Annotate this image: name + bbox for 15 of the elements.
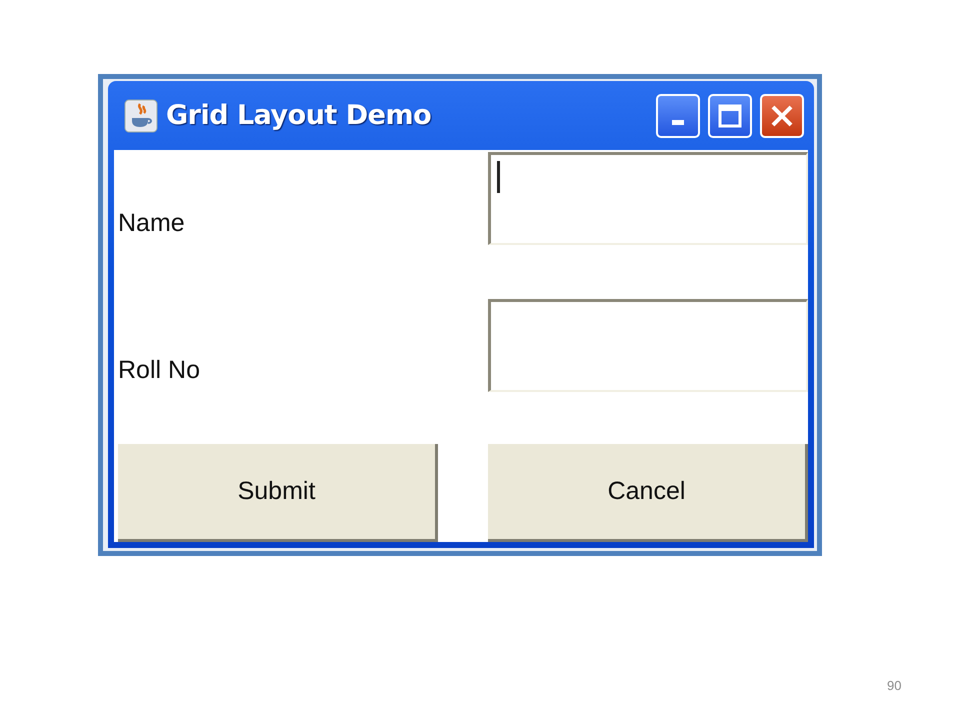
java-cup-icon: [124, 98, 158, 132]
dialog-button[interactable]: Cancel: [488, 444, 808, 542]
minimize-button[interactable]: [656, 94, 700, 138]
dialog-button[interactable]: Submit: [118, 444, 438, 542]
window-title: Grid Layout Demo: [166, 100, 432, 131]
text-field[interactable]: [488, 152, 808, 245]
text-field[interactable]: [488, 299, 808, 392]
close-button[interactable]: [760, 94, 804, 138]
field-label: Roll No: [118, 356, 200, 385]
maximize-button[interactable]: [708, 94, 752, 138]
field-label: Name: [118, 209, 185, 238]
slide-number: 90: [887, 678, 902, 693]
maximize-icon: [717, 102, 743, 128]
close-icon: [769, 102, 795, 128]
minimize-icon: [672, 120, 684, 125]
